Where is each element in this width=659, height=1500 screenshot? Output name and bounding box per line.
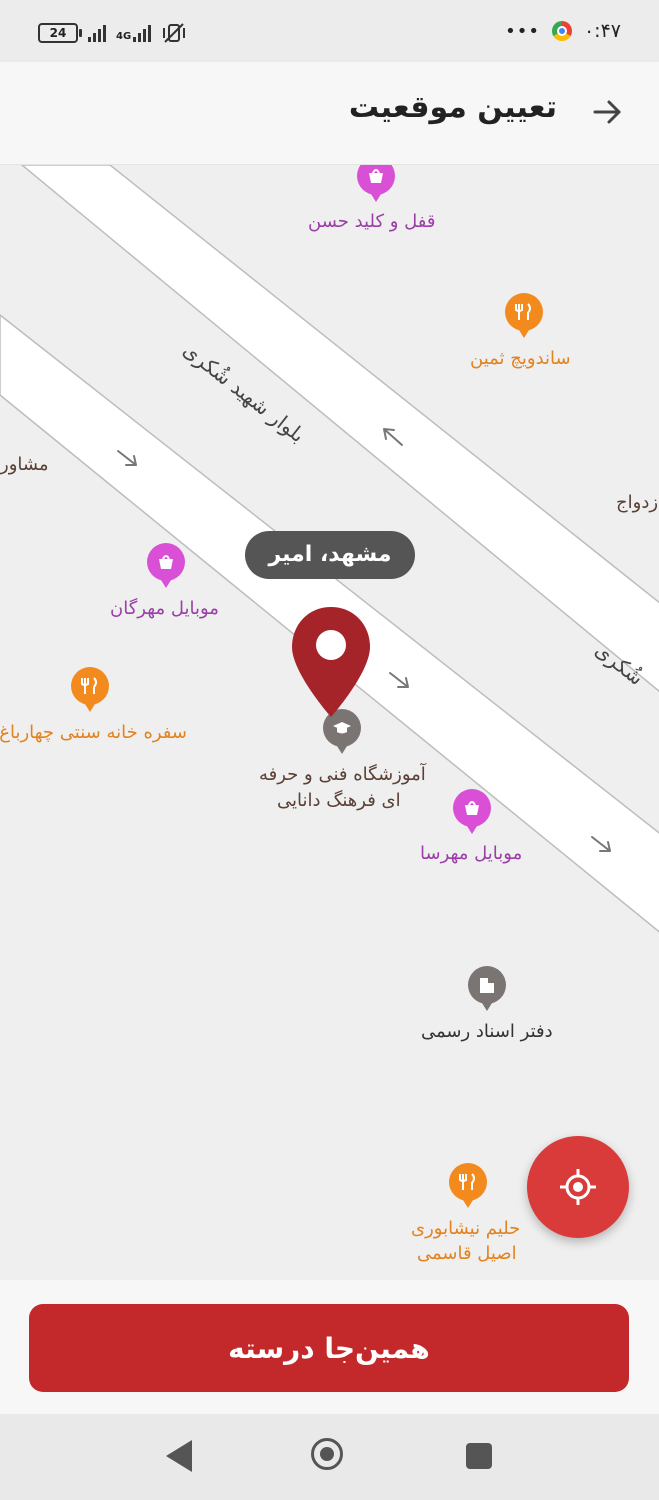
- location-tooltip: مشهد، امیر: [245, 531, 415, 579]
- poi-marriage[interactable]: زدواج: [616, 491, 658, 515]
- restaurant-icon[interactable]: [71, 667, 109, 712]
- system-nav-bar: [0, 1414, 659, 1500]
- shop-icon[interactable]: [453, 789, 491, 834]
- restaurant-icon[interactable]: [505, 293, 543, 338]
- status-right: ••• ۰:۴۷: [505, 20, 621, 42]
- vibrate-off-icon: [163, 23, 186, 43]
- poi-notary[interactable]: دفتر اسناد رسمی: [421, 1020, 553, 1044]
- status-time: ۰:۴۷: [583, 20, 621, 42]
- my-location-button[interactable]: [527, 1136, 629, 1238]
- confirm-location-button[interactable]: همین‌جا درسته: [29, 1304, 629, 1392]
- poi-mobile-mehrsa[interactable]: موبایل مهرسا: [420, 842, 522, 866]
- status-bar: 24 4G ••• ۰:۴۷: [0, 0, 659, 62]
- nav-home-icon[interactable]: [311, 1438, 343, 1470]
- back-arrow-icon[interactable]: [591, 96, 623, 128]
- network-indicator: 4G: [116, 24, 152, 42]
- poi-school-line1[interactable]: آموزشگاه فنی و حرفه: [259, 763, 426, 787]
- poi-mobile-mehrgan[interactable]: موبایل مهرگان: [110, 597, 219, 621]
- shop-icon[interactable]: [147, 543, 185, 588]
- poi-school-line2[interactable]: ای فرهنگ دانایی: [277, 789, 401, 813]
- poi-haleem-line2[interactable]: اصیل قاسمی: [417, 1242, 517, 1266]
- crosshair-icon: [560, 1169, 596, 1205]
- nav-recents-icon[interactable]: [466, 1443, 492, 1469]
- poi-sandwich[interactable]: ساندویچ ثمین: [470, 347, 571, 371]
- poi-lock-shop[interactable]: قفل و کلید حسن: [308, 210, 436, 234]
- network-type: 4G: [116, 31, 132, 42]
- poi-traditional-food[interactable]: سفره خانه سنتی چهارباغ: [0, 721, 187, 745]
- app-header: تعیین موقعیت: [0, 62, 659, 165]
- battery-icon: 24: [38, 23, 82, 43]
- map-view[interactable]: بلوار شهید شُکری شُکری قفل و کلید حسن سا…: [0, 165, 659, 1280]
- office-building-icon[interactable]: [468, 966, 506, 1011]
- chrome-icon: [551, 21, 572, 41]
- status-left: 24 4G: [38, 22, 187, 44]
- location-pin-icon: [292, 607, 370, 717]
- bottom-action-area: همین‌جا درسته: [0, 1280, 659, 1414]
- restaurant-icon[interactable]: [449, 1163, 487, 1208]
- poi-haleem-line1[interactable]: حلیم نیشابوری: [411, 1217, 520, 1241]
- page-title: تعیین موقعیت: [348, 90, 557, 125]
- signal-icon-2: [133, 24, 152, 42]
- poi-consult[interactable]: مشاور: [0, 453, 49, 477]
- more-notifications-icon: •••: [505, 20, 540, 42]
- nav-back-icon[interactable]: [166, 1440, 192, 1472]
- signal-icon: [88, 24, 106, 42]
